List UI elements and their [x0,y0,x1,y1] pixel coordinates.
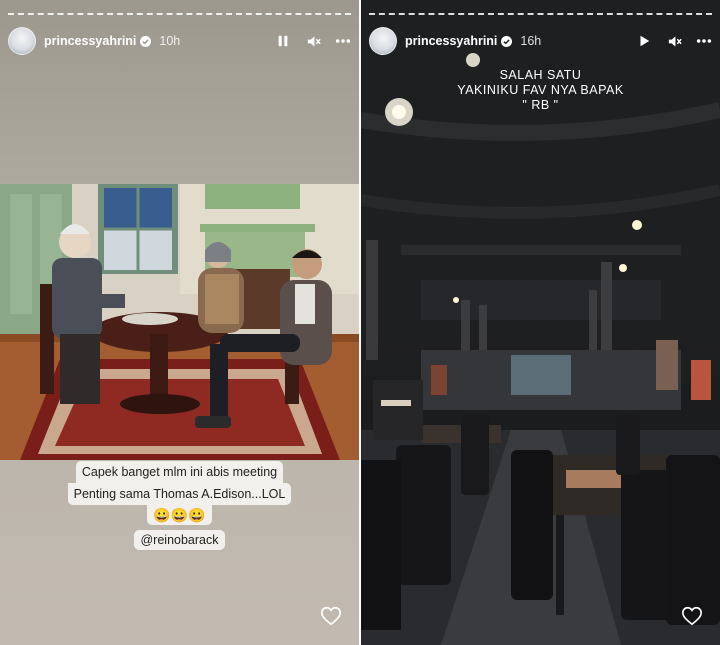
more-icon[interactable] [335,33,351,49]
story-header: princessyahrini 10h [8,26,351,56]
heart-icon[interactable] [681,605,703,627]
post-time: 16h [520,34,542,48]
caption-emoji: 😀😀😀 [147,505,212,525]
overlay-line: " RB " [522,98,559,112]
story-right[interactable]: princessyahrini 16h SALAH SATU YAKINIKU … [361,0,720,645]
username[interactable]: princessyahrini [44,34,136,48]
profile-avatar[interactable] [8,27,36,55]
mute-icon[interactable] [305,33,321,49]
story-left[interactable]: princessyahrini 10h Capek banget mlm ini… [0,0,359,645]
mention-sticker[interactable]: @reinobarack [134,530,225,550]
verified-badge-icon [140,35,152,47]
story-progress-bar [8,13,351,15]
username[interactable]: princessyahrini [405,34,497,48]
overlay-line: SALAH SATU [499,68,582,82]
caption-line: Capek banget mlm ini abis meeting [75,461,284,483]
verified-badge-icon [501,35,513,47]
overlay-line: YAKINIKU FAV NYA BAPAK [457,83,624,97]
story-photo [0,184,359,460]
caption-line: Penting sama Thomas A.Edison...LOL [67,483,292,505]
story-overlay-text: SALAH SATU YAKINIKU FAV NYA BAPAK " RB " [361,68,720,113]
more-icon[interactable] [696,33,712,49]
pause-icon[interactable] [275,33,291,49]
mute-icon[interactable] [666,33,682,49]
story-caption: Capek banget mlm ini abis meeting Pentin… [0,461,359,550]
heart-icon[interactable] [320,605,342,627]
story-progress-bar [369,13,712,15]
play-icon[interactable] [636,33,652,49]
profile-avatar[interactable] [369,27,397,55]
story-header: princessyahrini 16h [369,26,712,56]
post-time: 10h [159,34,181,48]
